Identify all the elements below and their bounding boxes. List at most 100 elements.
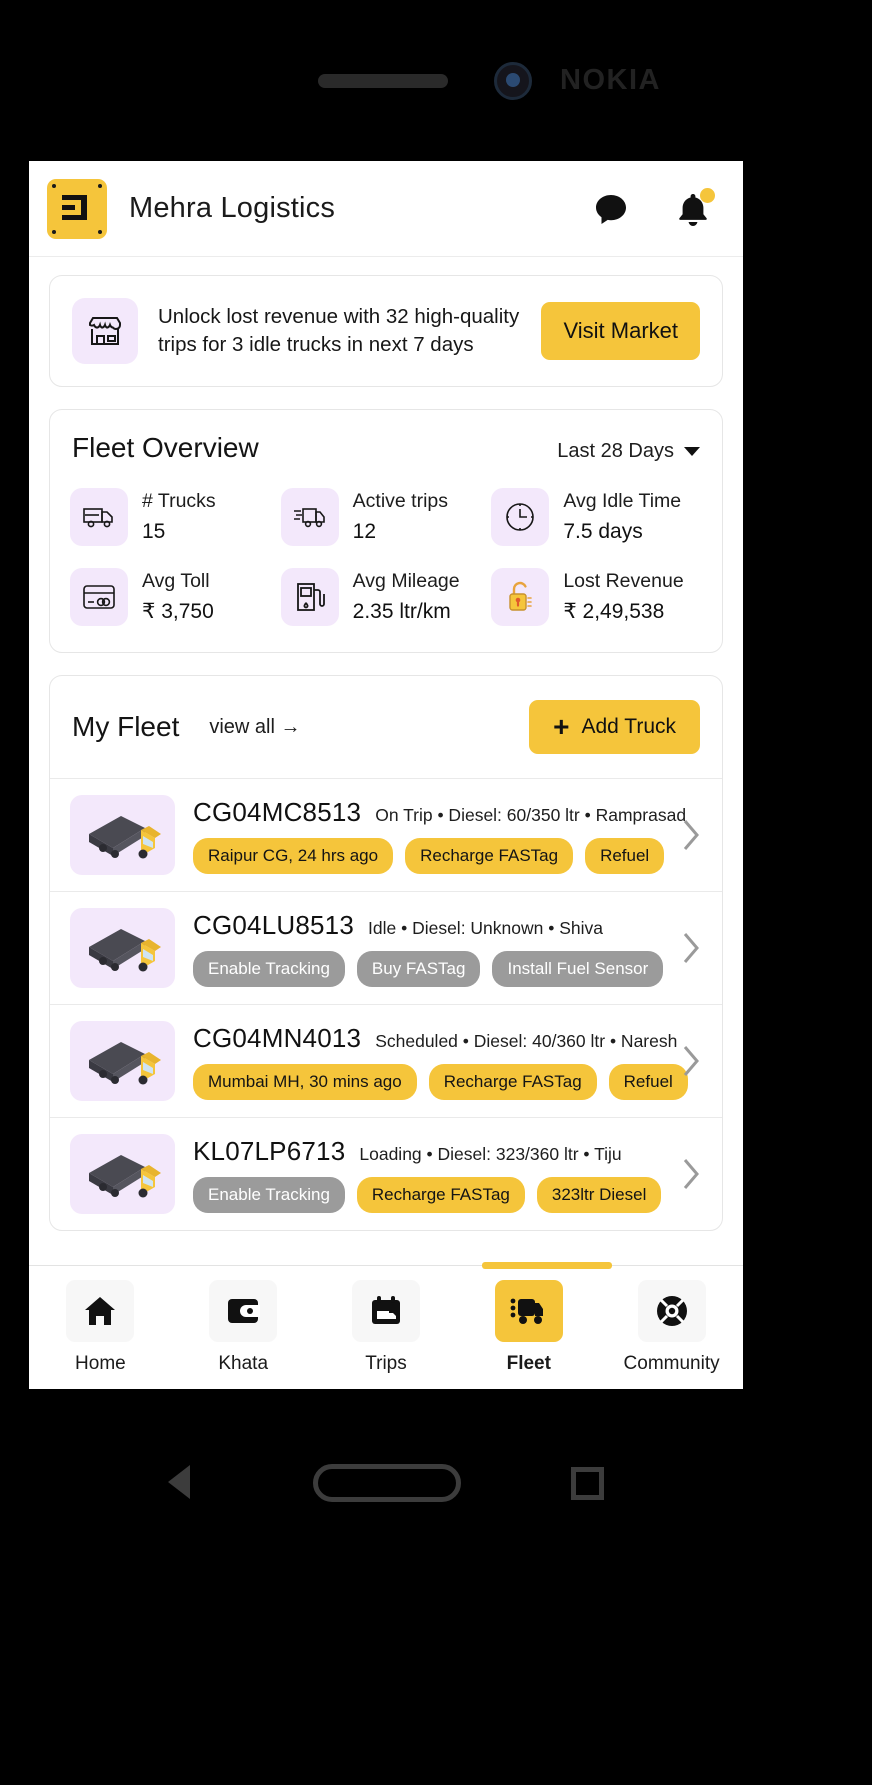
truck-plate: CG04MC8513	[193, 796, 362, 827]
calendar-truck-icon	[351, 1280, 420, 1342]
truck-thumbnail	[70, 1021, 175, 1101]
stat-value: 2.35 ltr/km	[352, 600, 451, 624]
visit-market-button[interactable]: Visit Market	[541, 302, 700, 360]
stat-value: 12	[352, 520, 377, 544]
view-all-link[interactable]: view all →	[209, 716, 300, 739]
my-fleet-card: My Fleet view all → + Add Truck CG04MC85…	[49, 675, 723, 1231]
truck-info: CG04MN4013 Scheduled • Diesel: 40/360 lt…	[193, 1022, 688, 1100]
tab-community[interactable]: Community	[600, 1266, 743, 1389]
tab-label: Home	[75, 1353, 126, 1374]
add-truck-label: Add Truck	[581, 715, 676, 738]
stat-avg-idle-time: Avg Idle Time 7.5 days	[491, 488, 702, 546]
fuel-pump-icon	[280, 568, 339, 626]
stat-value: ₹ 3,750	[142, 600, 214, 624]
tab-label: Khata	[218, 1353, 269, 1374]
stat-value: ₹ 2,49,538	[563, 600, 665, 624]
chat-bubble-icon[interactable]	[591, 189, 631, 229]
status-badge[interactable]: Enable Tracking	[193, 1176, 345, 1213]
truck-icon	[494, 1280, 563, 1342]
lifebuoy-icon	[637, 1280, 706, 1342]
active-tab-indicator	[482, 1262, 612, 1269]
status-badge[interactable]: Install Fuel Sensor	[492, 950, 664, 987]
tab-label: Trips	[365, 1353, 407, 1374]
truck-thumbnail	[70, 908, 175, 988]
fleet-overview-card: Fleet Overview Last 28 Days # Trucks 15 …	[49, 409, 723, 653]
bell-icon[interactable]	[673, 187, 715, 229]
truck-action-chips: Enable Tracking Recharge FASTag 323ltr D…	[193, 1176, 662, 1213]
status-badge[interactable]: Enable Tracking	[193, 950, 345, 987]
truck-info: CG04LU8513 Idle • Diesel: Unknown • Shiv…	[193, 909, 664, 987]
promo-text: Unlock lost revenue with 32 high-quality…	[158, 304, 520, 356]
chevron-right-icon[interactable]	[674, 1157, 708, 1191]
app-scroll-body[interactable]: Unlock lost revenue with 32 high-quality…	[29, 257, 743, 1291]
tab-khata[interactable]: Khata	[172, 1266, 315, 1389]
stat-trucks: # Trucks 15	[70, 488, 281, 546]
stat-value: 15	[142, 520, 166, 544]
stat-label: # Trucks	[142, 489, 216, 512]
table-row[interactable]: CG04LU8513 Idle • Diesel: Unknown • Shiv…	[50, 892, 722, 1005]
truck-thumbnail	[70, 1134, 175, 1214]
add-truck-button[interactable]: + Add Truck	[529, 700, 700, 754]
chevron-right-icon[interactable]	[674, 1044, 708, 1078]
my-fleet-header: My Fleet view all → + Add Truck	[50, 676, 722, 779]
truck-action-chips: Mumbai MH, 30 mins ago Recharge FASTag R…	[193, 1063, 688, 1100]
device-bottom-bezel	[0, 1620, 872, 1785]
stat-label: Active trips	[352, 489, 449, 512]
android-back-button[interactable]	[168, 1465, 190, 1499]
company-logo	[47, 178, 107, 239]
market-promo-banner[interactable]: Unlock lost revenue with 32 high-quality…	[49, 275, 723, 387]
table-row[interactable]: CG04MC8513 On Trip • Diesel: 60/350 ltr …	[50, 779, 722, 892]
clock-icon	[491, 488, 550, 546]
device-brand-label: NOKIA	[560, 64, 661, 96]
status-badge[interactable]: Mumbai MH, 30 mins ago	[193, 1063, 417, 1100]
truck-info: KL07LP6713 Loading • Diesel: 323/360 ltr…	[193, 1135, 662, 1213]
date-range-label: Last 28 Days	[557, 440, 674, 462]
stat-label: Lost Revenue	[563, 569, 684, 592]
stat-avg-mileage: Avg Mileage 2.35 ltr/km	[280, 568, 492, 626]
app-viewport: Mehra Logistics Unlock lost revenue with…	[29, 161, 743, 1389]
truck-plate: KL07LP6713	[193, 1135, 346, 1166]
stat-value: 7.5 days	[563, 520, 643, 544]
status-badge[interactable]: 323ltr Diesel	[536, 1176, 662, 1213]
status-badge[interactable]: Raipur CG, 24 hrs ago	[193, 837, 394, 874]
status-badge[interactable]: Recharge FASTag	[405, 837, 574, 874]
tab-home[interactable]: Home	[29, 1266, 172, 1389]
bottom-tab-bar: Home Khata Trips Fleet Community	[29, 1262, 743, 1389]
table-row[interactable]: KL07LP6713 Loading • Diesel: 323/360 ltr…	[50, 1118, 722, 1230]
truck-meta: Idle • Diesel: Unknown • Shiva	[368, 917, 604, 938]
toll-card-icon	[70, 568, 128, 626]
device-top-bezel: NOKIA	[0, 0, 872, 161]
status-badge[interactable]: Refuel	[585, 837, 665, 874]
open-lock-icon	[491, 568, 550, 626]
stats-grid: # Trucks 15 Active trips 12 Avg Idle Tim…	[70, 488, 702, 626]
storefront-icon	[72, 298, 138, 364]
page-title: Fleet Overview	[72, 432, 259, 463]
table-row[interactable]: CG04MN4013 Scheduled • Diesel: 40/360 lt…	[50, 1005, 722, 1118]
fleet-overview-header: Fleet Overview Last 28 Days	[70, 432, 702, 464]
chevron-down-icon	[684, 447, 700, 456]
tab-fleet[interactable]: Fleet	[457, 1266, 600, 1389]
truck-action-chips: Enable Tracking Buy FASTag Install Fuel …	[193, 950, 664, 987]
status-badge[interactable]: Recharge FASTag	[356, 1176, 525, 1213]
chevron-right-icon[interactable]	[674, 931, 708, 965]
company-name: Mehra Logistics	[129, 192, 336, 224]
truck-side-icon	[70, 488, 128, 546]
header-actions	[591, 187, 715, 229]
tab-trips[interactable]: Trips	[315, 1266, 458, 1389]
android-recents-button[interactable]	[571, 1467, 604, 1500]
chevron-right-icon[interactable]	[674, 818, 708, 852]
status-badge[interactable]: Buy FASTag	[356, 950, 481, 987]
status-badge[interactable]: Recharge FASTag	[428, 1063, 597, 1100]
front-camera	[494, 62, 532, 100]
android-home-button[interactable]	[313, 1464, 461, 1502]
stat-label: Avg Mileage	[352, 569, 460, 592]
stat-active-trips: Active trips 12	[280, 488, 492, 546]
truck-info: CG04MC8513 On Trip • Diesel: 60/350 ltr …	[193, 796, 686, 874]
truck-action-chips: Raipur CG, 24 hrs ago Recharge FASTag Re…	[193, 837, 665, 874]
tab-label: Fleet	[506, 1353, 551, 1374]
date-range-selector[interactable]: Last 28 Days	[557, 440, 700, 463]
truck-plate: CG04MN4013	[193, 1022, 362, 1053]
stat-label: Avg Idle Time	[563, 489, 682, 512]
home-icon	[66, 1280, 135, 1342]
truck-plate: CG04LU8513	[193, 909, 354, 940]
